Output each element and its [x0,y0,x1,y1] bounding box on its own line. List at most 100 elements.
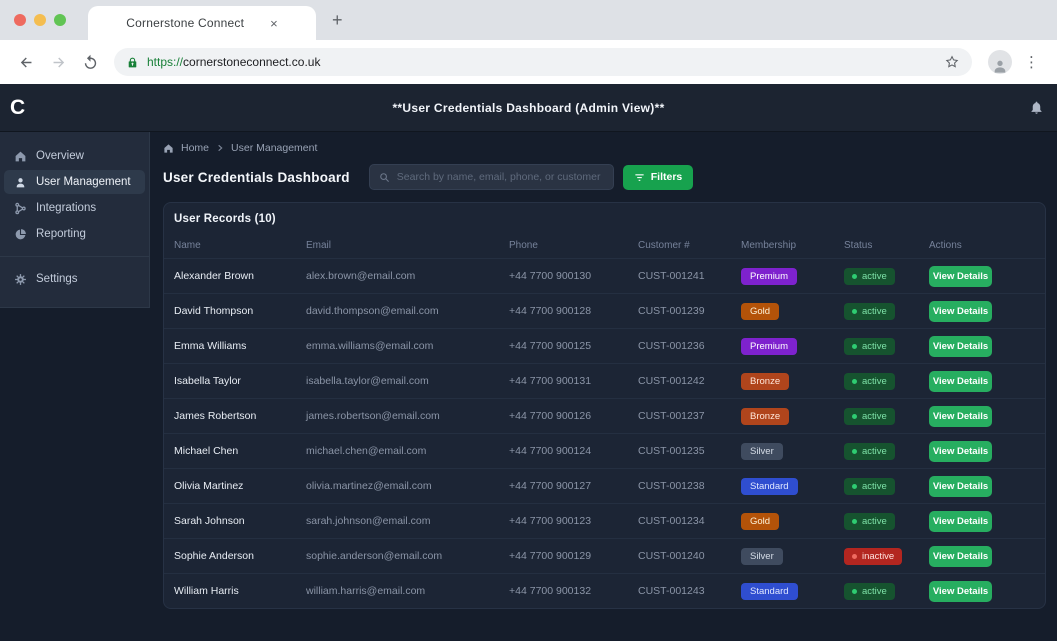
table-row: Alexander Brown alex.brown@email.com +44… [164,258,1045,293]
view-details-button[interactable]: View Details [929,266,992,287]
table-row: Sarah Johnson sarah.johnson@email.com +4… [164,503,1045,538]
view-details-button[interactable]: View Details [929,581,992,602]
user-phone: +44 7700 900127 [509,480,638,492]
sidebar-divider [0,256,149,257]
status-label: active [862,306,887,317]
table-row: Olivia Martinez olivia.martinez@email.co… [164,468,1045,503]
status-badge: active [844,303,895,320]
user-email: sarah.johnson@email.com [306,515,509,527]
url-host: cornerstoneconnect.co.uk [183,55,320,69]
user-email: isabella.taylor@email.com [306,375,509,387]
sidebar-item-settings[interactable]: Settings [4,267,145,291]
status-badge: active [844,478,895,495]
customer-number: CUST-001243 [638,585,741,597]
user-email: michael.chen@email.com [306,445,509,457]
table-row: Isabella Taylor isabella.taylor@email.co… [164,363,1045,398]
column-header-customer: Customer # [638,240,741,251]
customer-number: CUST-001237 [638,410,741,422]
app-logo: C [10,96,26,120]
status-badge: active [844,268,895,285]
status-label: active [862,586,887,597]
status-dot [852,484,857,489]
status-dot [852,449,857,454]
status-label: active [862,516,887,527]
bell-icon[interactable] [1029,100,1044,115]
browser-menu-icon[interactable]: ⋮ [1018,53,1045,71]
view-details-button[interactable]: View Details [929,546,992,567]
status-badge: active [844,443,895,460]
sidebar-item-label: Overview [36,150,84,162]
membership-badge: Standard [741,478,798,495]
user-phone: +44 7700 900130 [509,270,638,282]
reload-icon[interactable] [76,48,104,76]
view-details-button[interactable]: View Details [929,336,992,357]
bookmark-star-icon[interactable] [944,54,960,70]
user-phone: +44 7700 900129 [509,550,638,562]
customer-number: CUST-001240 [638,550,741,562]
forward-icon[interactable] [44,48,72,76]
url-protocol: https:// [147,55,183,69]
user-icon [14,176,27,189]
new-tab-icon[interactable]: + [332,10,343,31]
home-icon [163,143,174,154]
tab-close-icon[interactable]: × [270,17,278,30]
view-details-button[interactable]: View Details [929,371,992,392]
sidebar-item-label: Reporting [36,228,86,240]
status-dot [852,414,857,419]
table-row: Emma Williams emma.williams@email.com +4… [164,328,1045,363]
window-zoom-button[interactable] [54,14,66,26]
sidebar-item-reporting[interactable]: Reporting [4,222,145,246]
view-details-button[interactable]: View Details [929,511,992,532]
customer-number: CUST-001238 [638,480,741,492]
tab-title: Cornerstone Connect [126,16,244,30]
status-label: active [862,376,887,387]
sidebar-item-user-management[interactable]: User Management [4,170,145,194]
column-header-name: Name [174,240,306,251]
membership-badge: Standard [741,583,798,600]
view-details-button[interactable]: View Details [929,301,992,322]
user-phone: +44 7700 900123 [509,515,638,527]
user-email: emma.williams@email.com [306,340,509,352]
customer-number: CUST-001241 [638,270,741,282]
user-phone: +44 7700 900128 [509,305,638,317]
sidebar-item-integrations[interactable]: Integrations [4,196,145,220]
app-header: C **User Credentials Dashboard (Admin Vi… [0,84,1057,132]
status-label: active [862,341,887,352]
user-phone: +44 7700 900124 [509,445,638,457]
user-name: Olivia Martinez [174,480,306,492]
browser-toolbar: https:// cornerstoneconnect.co.uk ⋮ [0,40,1057,84]
app-header-title: **User Credentials Dashboard (Admin View… [0,101,1057,115]
customer-number: CUST-001235 [638,445,741,457]
breadcrumb-home[interactable]: Home [181,142,209,154]
table-row: David Thompson david.thompson@email.com … [164,293,1045,328]
search-input[interactable] [397,171,604,183]
window-minimize-button[interactable] [34,14,46,26]
breadcrumb: Home User Management [163,140,1046,156]
status-dot [852,519,857,524]
browser-tab[interactable]: Cornerstone Connect × [88,6,316,40]
membership-badge: Premium [741,268,797,285]
sidebar: Overview User Management Integrations Re… [0,132,150,308]
sidebar-item-label: Settings [36,273,78,285]
filters-button[interactable]: Filters [623,165,694,190]
user-name: Sophie Anderson [174,550,306,562]
user-phone: +44 7700 900132 [509,585,638,597]
user-phone: +44 7700 900131 [509,375,638,387]
status-badge: active [844,373,895,390]
membership-badge: Gold [741,303,779,320]
back-icon[interactable] [12,48,40,76]
browser-profile-avatar[interactable] [988,50,1012,74]
membership-badge: Silver [741,548,783,565]
view-details-button[interactable]: View Details [929,441,992,462]
user-email: david.thompson@email.com [306,305,509,317]
status-dot [852,589,857,594]
sidebar-item-overview[interactable]: Overview [4,144,145,168]
url-input[interactable]: https:// cornerstoneconnect.co.uk [114,48,972,76]
column-header-actions: Actions [929,240,1045,251]
status-label: inactive [862,551,894,562]
status-badge: active [844,513,895,530]
view-details-button[interactable]: View Details [929,476,992,497]
window-close-button[interactable] [14,14,26,26]
user-name: Alexander Brown [174,270,306,282]
view-details-button[interactable]: View Details [929,406,992,427]
